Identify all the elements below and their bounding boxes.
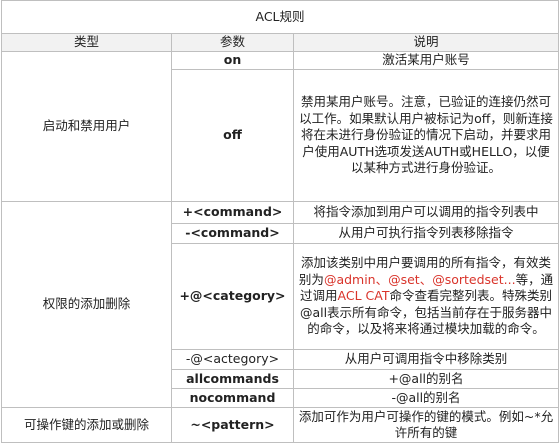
desc-add-command: 将指令添加到用户可以调用的指令列表中 [292, 201, 559, 224]
param-on: on [171, 51, 294, 70]
desc-on: 激活某用户账号 [292, 51, 559, 70]
desc-off: 禁用某用户账号。注意，已验证的连接仍然可以工作。如果默认用户被标记为off，则新… [292, 69, 559, 202]
header-type: 类型 [1, 33, 172, 52]
title-row: ACL规则 [0, 0, 559, 34]
header-desc: 说明 [292, 33, 559, 52]
table-title: ACL规则 [0, 0, 559, 34]
param-nocommand: nocommand [171, 388, 294, 408]
category-examples: @admin、@set、@sortedset... [323, 271, 516, 287]
param-allcommands: allcommands [171, 369, 294, 389]
param-add-command: +<command> [171, 201, 294, 224]
group-keys: 可操作键的添加或删除 [1, 407, 172, 443]
acl-cat-command: ACL CAT [337, 288, 390, 304]
desc-allcommands: +@all的别名 [292, 369, 559, 389]
table-row: 权限的添加删除 +<command> 将指令添加到用户可以调用的指令列表中 [1, 201, 559, 408]
header-param: 参数 [171, 33, 294, 52]
group-user: 启动和禁用用户 [1, 51, 172, 202]
param-add-category: +@<category> [171, 243, 294, 350]
desc-pattern: 添加可作为用户可操作的键的模式。例如~*允许所有的键 [292, 407, 559, 443]
desc-remove-command: 从用户可执行指令列表移除指令 [292, 223, 559, 244]
param-pattern: ~<pattern> [171, 407, 294, 443]
table-row: 可操作键的添加或删除 ~<pattern> 添加可作为用户可操作的键的模式。例如… [1, 407, 559, 443]
param-remove-category: -@<actegory> [171, 349, 294, 370]
header-row: 类型 参数 说明 [1, 33, 559, 52]
param-remove-command: -<command> [171, 223, 294, 244]
param-off: off [171, 69, 294, 202]
acl-rules-table: ACL规则 类型 参数 说明 启动和禁用用户 on 激活某用户账号 off 禁用… [0, 0, 559, 443]
desc-nocommand: -@all的别名 [292, 388, 559, 408]
group-perm: 权限的添加删除 [1, 201, 172, 408]
desc-remove-category: 从用户可调用指令中移除类别 [292, 349, 559, 370]
desc-add-category: 添加该类别中用户要调用的所有指令，有效类别为@admin、@set、@sorte… [292, 243, 559, 350]
table-row: 启动和禁用用户 on 激活某用户账号 [1, 51, 559, 202]
